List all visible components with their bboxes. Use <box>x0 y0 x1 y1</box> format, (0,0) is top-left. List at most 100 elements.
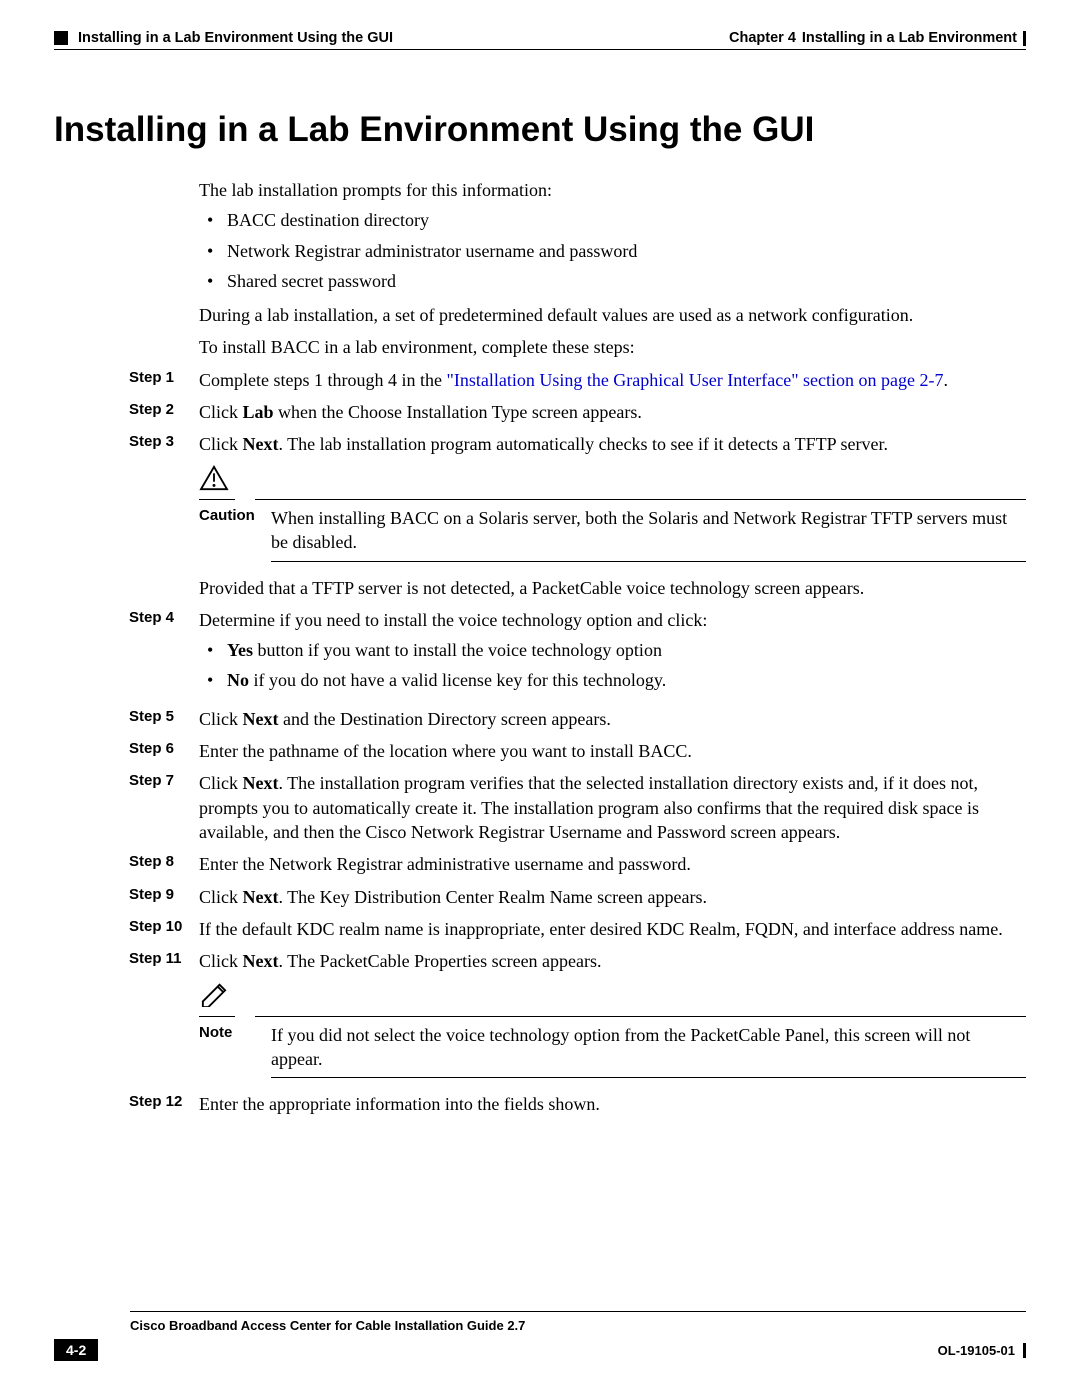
step-label: Step 1 <box>54 368 199 392</box>
step-3: Step 3 Click Next. The lab installation … <box>54 432 1026 456</box>
text: Complete steps 1 through 4 in the <box>199 370 446 390</box>
bold-text: Next <box>243 951 279 971</box>
note-admonition: Note If you did not select the voice tec… <box>199 981 1026 1078</box>
intro-text: The lab installation prompts for this in… <box>199 178 1026 202</box>
step-label: Step 2 <box>54 400 199 424</box>
step-label: Step 4 <box>54 608 199 699</box>
text: and the Destination Directory screen app… <box>278 709 610 729</box>
step-11: Step 11 Click Next. The PacketCable Prop… <box>54 949 1026 973</box>
footer-rule <box>130 1311 1026 1312</box>
bold-text: No <box>227 670 249 690</box>
bold-text: Next <box>243 887 279 907</box>
step-label: Step 12 <box>54 1092 199 1116</box>
header-left-text: Installing in a Lab Environment Using th… <box>78 30 393 46</box>
page-footer: Cisco Broadband Access Center for Cable … <box>54 1311 1026 1361</box>
text: Click <box>199 951 243 971</box>
xref-link[interactable]: "Installation Using the Graphical User I… <box>446 370 943 390</box>
text: . The PacketCable Properties screen appe… <box>278 951 601 971</box>
step-text: Click Next. The lab installation program… <box>199 432 1026 456</box>
header-marker-icon <box>54 31 68 45</box>
text: . The Key Distribution Center Realm Name… <box>278 887 707 907</box>
text: button if you want to install the voice … <box>253 640 662 660</box>
bold-text: Lab <box>243 402 274 422</box>
text: Click <box>199 709 243 729</box>
step-text: Complete steps 1 through 4 in the "Insta… <box>199 368 1026 392</box>
para: During a lab installation, a set of pred… <box>199 303 1026 327</box>
bold-text: Yes <box>227 640 253 660</box>
step-text: If the default KDC realm name is inappro… <box>199 917 1026 941</box>
text: Click <box>199 887 243 907</box>
step-6: Step 6 Enter the pathname of the locatio… <box>54 739 1026 763</box>
text: . The installation program verifies that… <box>199 773 979 842</box>
step-label: Step 3 <box>54 432 199 456</box>
bold-text: Next <box>243 709 279 729</box>
step-text: Enter the pathname of the location where… <box>199 739 1026 763</box>
step-4: Step 4 Determine if you need to install … <box>54 608 1026 699</box>
header-right: Chapter 4 Installing in a Lab Environmen… <box>729 30 1026 46</box>
header-title: Installing in a Lab Environment <box>802 30 1017 46</box>
step-label: Step 8 <box>54 852 199 876</box>
step-text: Click Next and the Destination Directory… <box>199 707 1026 731</box>
bullet-item: No if you do not have a valid license ke… <box>227 668 1026 692</box>
para: Provided that a TFTP server is not detec… <box>199 576 1026 600</box>
para: To install BACC in a lab environment, co… <box>199 335 1026 359</box>
footer-doc-id: OL-19105-01 <box>938 1343 1026 1358</box>
admon-label: Note <box>199 1023 271 1072</box>
text: Click <box>199 773 243 793</box>
bullet-item: BACC destination directory <box>227 208 1026 232</box>
bullet-item: Yes button if you want to install the vo… <box>227 638 1026 662</box>
step-text: Click Next. The Key Distribution Center … <box>199 885 1026 909</box>
step-5: Step 5 Click Next and the Destination Di… <box>54 707 1026 731</box>
step-text: Click Next. The installation program ver… <box>199 771 1026 844</box>
bullet-item: Shared secret password <box>227 269 1026 293</box>
intro-block: The lab installation prompts for this in… <box>199 178 1026 360</box>
admon-bottom-rule <box>199 561 1026 562</box>
admon-label: Caution <box>199 506 271 555</box>
step-label: Step 10 <box>54 917 199 941</box>
footer-bottom: 4-2 OL-19105-01 <box>54 1339 1026 1361</box>
step-text: Enter the appropriate information into t… <box>199 1092 1026 1116</box>
footer-guide-title: Cisco Broadband Access Center for Cable … <box>130 1318 1026 1333</box>
note-icon <box>199 981 229 1007</box>
step-label: Step 9 <box>54 885 199 909</box>
admon-rule <box>199 1016 1026 1017</box>
admon-text: When installing BACC on a Solaris server… <box>271 506 1026 555</box>
step-7: Step 7 Click Next. The installation prog… <box>54 771 1026 844</box>
step-12: Step 12 Enter the appropriate informatio… <box>54 1092 1026 1116</box>
step-label: Step 6 <box>54 739 199 763</box>
text: . The lab installation program automatic… <box>278 434 888 454</box>
text: Click <box>199 434 243 454</box>
bold-text: Next <box>243 434 279 454</box>
header-bar-icon <box>1023 31 1026 46</box>
step-label: Step 5 <box>54 707 199 731</box>
bold-text: Next <box>243 773 279 793</box>
footer-bar-icon <box>1023 1343 1026 1358</box>
bullet-item: Network Registrar administrator username… <box>227 239 1026 263</box>
doc-id: OL-19105-01 <box>938 1343 1015 1358</box>
text: if you do not have a valid license key f… <box>249 670 666 690</box>
caution-admonition: Caution When installing BACC on a Solari… <box>199 465 1026 562</box>
step-8: Step 8 Enter the Network Registrar admin… <box>54 852 1026 876</box>
step-label: Step 11 <box>54 949 199 973</box>
admon-rule <box>199 499 1026 500</box>
step4-bullets: Yes button if you want to install the vo… <box>199 638 1026 693</box>
caution-icon <box>199 465 229 491</box>
step-text: Click Lab when the Choose Installation T… <box>199 400 1026 424</box>
text: Determine if you need to install the voi… <box>199 608 1026 632</box>
step-2: Step 2 Click Lab when the Choose Install… <box>54 400 1026 424</box>
page: Installing in a Lab Environment Using th… <box>0 0 1080 1397</box>
page-title: Installing in a Lab Environment Using th… <box>54 110 1026 150</box>
step-text: Determine if you need to install the voi… <box>199 608 1026 699</box>
admon-text: If you did not select the voice technolo… <box>271 1023 1026 1072</box>
header-rule <box>54 49 1026 50</box>
text: . <box>944 370 949 390</box>
header-left: Installing in a Lab Environment Using th… <box>54 30 393 46</box>
step-1: Step 1 Complete steps 1 through 4 in the… <box>54 368 1026 392</box>
page-number: 4-2 <box>54 1339 98 1361</box>
text: Click <box>199 402 243 422</box>
step-label: Step 7 <box>54 771 199 844</box>
header-chapter: Chapter 4 <box>729 30 796 46</box>
step-9: Step 9 Click Next. The Key Distribution … <box>54 885 1026 909</box>
admon-body: Note If you did not select the voice tec… <box>199 1023 1026 1072</box>
admon-body: Caution When installing BACC on a Solari… <box>199 506 1026 555</box>
